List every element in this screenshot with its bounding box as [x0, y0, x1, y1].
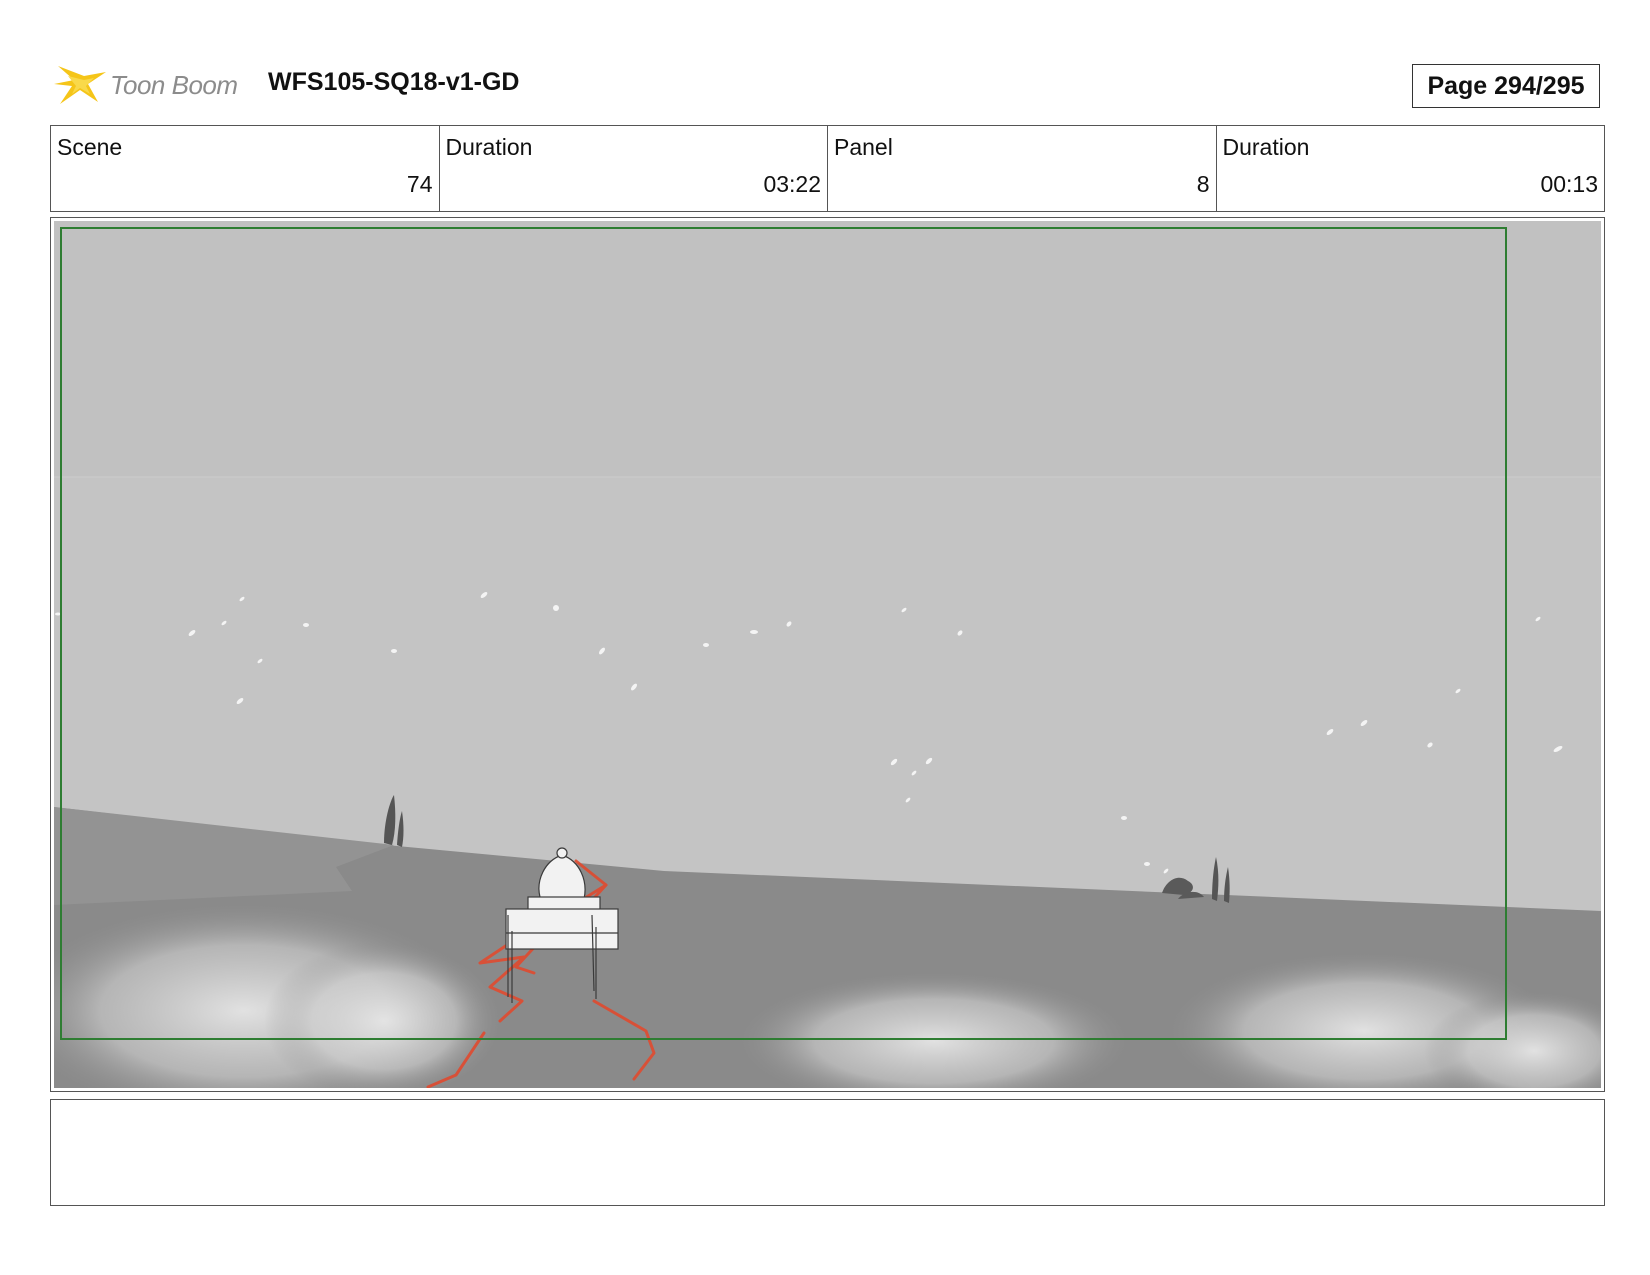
panel-cell: Panel 8	[828, 126, 1217, 211]
scene-duration-cell: Duration 03:22	[440, 126, 828, 211]
page-header: Toon Boom WFS105-SQ18-v1-GD Page 294/295	[50, 54, 1604, 108]
panel-duration-label: Duration	[1222, 134, 1310, 160]
scene-cell: Scene 74	[51, 126, 440, 211]
scene-duration-label: Duration	[445, 134, 533, 160]
panel-label: Panel	[834, 134, 893, 160]
panel-duration-cell: Duration 00:13	[1217, 126, 1605, 211]
scene-label: Scene	[57, 134, 123, 160]
project-title: WFS105-SQ18-v1-GD	[268, 68, 520, 96]
toon-boom-star-icon	[54, 66, 106, 104]
scene-info-table: Scene 74 Duration 03:22 Panel 8 Duration…	[50, 125, 1605, 212]
scene-duration-value: 03:22	[763, 171, 821, 197]
panel-notes	[50, 1099, 1605, 1206]
panel-artwork	[54, 221, 1601, 1088]
panel-duration-value: 00:13	[1540, 171, 1598, 197]
toon-boom-logo: Toon Boom	[54, 58, 250, 108]
sky-upper	[54, 221, 1601, 477]
scene-value: 74	[406, 171, 433, 197]
logo-text: Toon Boom	[110, 70, 238, 100]
page-indicator: Page 294/295	[1412, 64, 1600, 108]
panel-value: 8	[1196, 171, 1210, 197]
storyboard-panel	[50, 217, 1605, 1092]
